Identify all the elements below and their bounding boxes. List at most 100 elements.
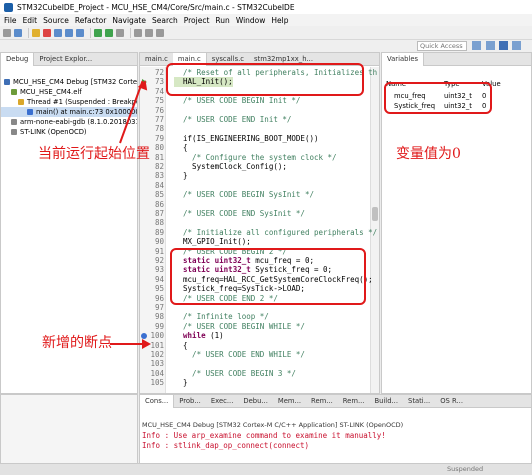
line-number: 102 — [150, 350, 164, 359]
status-text: Suspended — [447, 465, 484, 473]
tab-memory[interactable]: Mem... — [273, 395, 306, 408]
code-line[interactable]: { — [174, 143, 188, 152]
tab-executables[interactable]: Exec... — [206, 395, 239, 408]
tab-remote-2[interactable]: Rem... — [338, 395, 370, 408]
menu-search[interactable]: Search — [152, 16, 178, 25]
run-icon[interactable] — [105, 28, 113, 37]
device-perspective-icon[interactable] — [512, 41, 521, 50]
tree-stlink[interactable]: ST-LINK (OpenOCD) — [1, 127, 137, 137]
tab-console[interactable]: Cons... — [140, 394, 175, 408]
code-line[interactable]: /* USER CODE BEGIN 3 */ — [174, 369, 296, 378]
line-number: 99 — [154, 321, 164, 331]
menu-refactor[interactable]: Refactor — [75, 16, 106, 25]
back-icon[interactable] — [145, 28, 153, 37]
step-into-icon[interactable] — [54, 28, 62, 37]
tab-problems[interactable]: Prob... — [174, 395, 206, 408]
step-over-icon[interactable] — [65, 28, 73, 37]
line-number: 88 — [154, 218, 164, 228]
menu-window[interactable]: Window — [236, 16, 266, 25]
line-number: 93 — [154, 265, 164, 275]
line-number: 94 — [154, 274, 164, 284]
tree-elf[interactable]: MCU_HSE_CM4.elf — [1, 87, 137, 97]
line-number: 86 — [154, 199, 164, 209]
annotation-arrow — [110, 343, 142, 345]
line-number: 90 — [154, 237, 164, 247]
annotation-new-breakpoint: 新增的断点 — [42, 335, 112, 351]
debug-perspective-icon[interactable] — [499, 41, 508, 50]
code-line[interactable]: /* USER CODE END SysInit */ — [174, 209, 305, 218]
annotation-box-variables — [384, 82, 492, 114]
terminate-icon[interactable] — [43, 28, 51, 37]
tree-stack-frame[interactable]: main() at main.c:73 0x1000009 — [1, 107, 137, 117]
step-return-icon[interactable] — [76, 28, 84, 37]
tab-variables[interactable]: Variables — [382, 52, 425, 66]
code-line[interactable]: /* Initialize all configured peripherals… — [174, 228, 377, 237]
menu-project[interactable]: Project — [184, 16, 210, 25]
menu-help[interactable]: Help — [271, 16, 288, 25]
code-line[interactable]: } — [174, 378, 188, 387]
code-line[interactable]: /* USER CODE END WHILE */ — [174, 350, 305, 359]
code-line[interactable]: /* USER CODE BEGIN SysInit */ — [174, 190, 314, 199]
tab-build[interactable]: Build... — [369, 395, 403, 408]
tree-launch-config[interactable]: MCU_HSE_CM4 Debug [STM32 Cortex — [1, 77, 137, 87]
tree-gdb[interactable]: arm-none-eabi-gdb (8.1.0.20180315 — [1, 117, 137, 127]
tab-debug[interactable]: Debug — [1, 52, 35, 66]
tab-os-resources[interactable]: OS R... — [435, 395, 468, 408]
menu-source[interactable]: Source — [43, 16, 69, 25]
code-area[interactable]: 72 73 74 75 76 77 78 79 80 81 82 83 84 85 86 87 88 89 90 91… — [140, 67, 379, 393]
line-number: 78 — [154, 124, 164, 134]
console-header: MCU_HSE_CM4 Debug [STM32 Cortex-M C/C++ … — [142, 421, 404, 429]
quick-access-input[interactable] — [417, 41, 467, 51]
external-tools-icon[interactable] — [116, 28, 124, 37]
debug-icon[interactable] — [94, 28, 102, 37]
code-line[interactable]: MX_GPIO_Init(); — [174, 237, 251, 246]
code-line[interactable]: /* USER CODE BEGIN WHILE */ — [174, 322, 305, 331]
main-toolbar — [0, 26, 532, 40]
code-line[interactable]: } — [174, 171, 188, 180]
code-line[interactable]: SystemClock_Config(); — [174, 162, 287, 171]
code-line[interactable]: /* USER CODE BEGIN Init */ — [174, 96, 300, 105]
open-perspective-icon[interactable] — [472, 41, 481, 50]
line-number: 76 — [154, 105, 164, 115]
tab-remote-1[interactable]: Rem... — [306, 395, 338, 408]
menu-run[interactable]: Run — [215, 16, 229, 25]
debug-tab-row: Debug Project Explor... — [1, 52, 137, 66]
menu-navigate[interactable]: Navigate — [112, 16, 146, 25]
line-number: 105 — [150, 378, 164, 388]
menu-file[interactable]: File — [4, 16, 17, 25]
resume-icon[interactable] — [32, 28, 40, 37]
line-number: 79 — [154, 133, 164, 143]
code-line[interactable]: /* Infinite loop */ — [174, 312, 269, 321]
new-icon[interactable] — [3, 28, 11, 37]
save-icon[interactable] — [14, 28, 22, 37]
line-number: 89 — [154, 227, 164, 237]
line-number: 77 — [154, 115, 164, 124]
code-line[interactable]: if(IS_ENGINEERING_BOOT_MODE()) — [174, 134, 318, 143]
code-line[interactable]: while (1) — [174, 331, 224, 340]
cpp-perspective-icon[interactable] — [486, 41, 495, 50]
line-number: 85 — [154, 190, 164, 200]
code-line[interactable]: /* Configure the system clock */ — [174, 153, 337, 162]
toolbar-separator — [130, 27, 131, 38]
tab-project-explorer[interactable]: Project Explor... — [34, 53, 97, 66]
tab-static[interactable]: Stati... — [403, 395, 435, 408]
code-line[interactable]: /* USER CODE END Init */ — [174, 115, 291, 124]
line-number: 72 — [154, 68, 164, 77]
stlink-icon — [11, 129, 17, 135]
code-editor: main.c main.c syscalls.c stm32mp1xx_h...… — [139, 52, 380, 394]
ide-window: STM32CubeIDE_Project - MCU_HSE_CM4/Core/… — [0, 0, 532, 475]
console-line: Info : Use arp_examine command to examin… — [142, 431, 386, 440]
menu-edit[interactable]: Edit — [23, 16, 38, 25]
forward-icon[interactable] — [156, 28, 164, 37]
menu-bar: File Edit Source Refactor Navigate Searc… — [0, 14, 532, 26]
window-title: STM32CubeIDE_Project - MCU_HSE_CM4/Core/… — [17, 2, 295, 12]
quick-access-bar — [0, 40, 532, 52]
line-number: 95 — [154, 284, 164, 294]
search-icon[interactable] — [134, 28, 142, 37]
tab-debugger-console[interactable]: Debu... — [238, 395, 273, 408]
elf-icon — [11, 89, 17, 95]
scroll-thumb[interactable] — [372, 207, 378, 221]
line-number: 98 — [154, 312, 164, 322]
code-line[interactable]: { — [174, 341, 188, 350]
tree-thread[interactable]: Thread #1 (Suspended : Breakpo — [1, 97, 137, 107]
